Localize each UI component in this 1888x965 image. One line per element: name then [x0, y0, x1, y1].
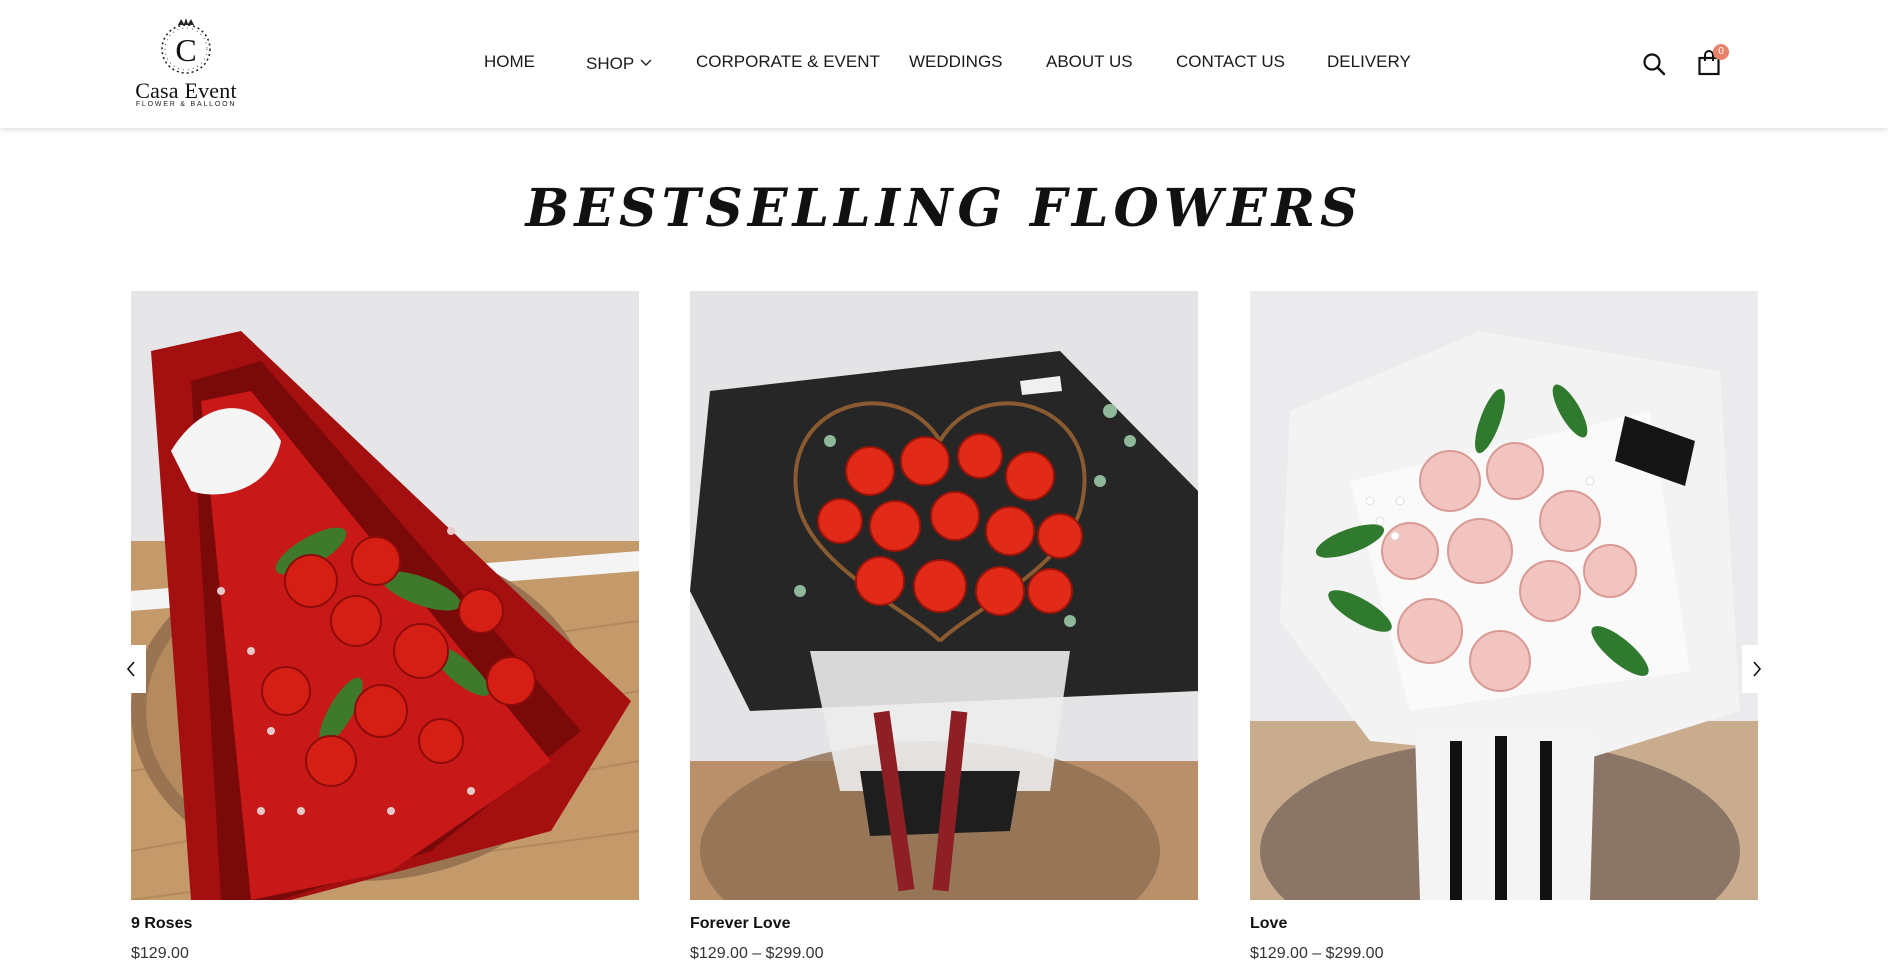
product-name[interactable]: Forever Love — [690, 915, 790, 933]
product-price: $129.00 — [131, 945, 189, 962]
chevron-right-icon — [1753, 661, 1762, 677]
section-title: BESTSELLING FLOWERS — [525, 178, 1363, 239]
red-rose-bouquet-photo[interactable] — [131, 291, 639, 900]
product-card: 9 Roses $129.00 — [131, 291, 639, 962]
search-icon[interactable] — [1642, 52, 1666, 81]
nav-about-us[interactable]: ABOUT US — [1046, 52, 1133, 72]
heart-rose-bouquet-photo[interactable] — [690, 291, 1198, 900]
nav-delivery[interactable]: DELIVERY — [1327, 52, 1411, 72]
product-card: Love $129.00 – $299.00 — [1250, 291, 1758, 962]
brand-tagline: FLOWER & BALLOON — [135, 101, 237, 108]
product-card: Forever Love $129.00 – $299.00 — [690, 291, 1198, 962]
nav-contact-us[interactable]: CONTACT US — [1176, 52, 1285, 72]
nav-weddings[interactable]: WEDDINGS — [909, 52, 1003, 72]
main-nav: HOME SHOP CORPORATE & EVENT WEDDINGS ABO… — [0, 52, 1888, 74]
product-price: $129.00 – $299.00 — [1250, 945, 1384, 962]
carousel-next-button[interactable] — [1742, 645, 1772, 693]
site-header: C Casa Event FLOWER & BALLOON HOME SHOP … — [0, 0, 1888, 128]
nav-corporate-event[interactable]: CORPORATE & EVENT — [696, 52, 880, 72]
chevron-left-icon — [126, 661, 135, 677]
nav-shop-label: SHOP — [586, 54, 635, 73]
nav-shop[interactable]: SHOP — [586, 52, 652, 74]
chevron-down-icon — [640, 52, 652, 72]
product-price: $129.00 – $299.00 — [690, 945, 824, 962]
product-name[interactable]: Love — [1250, 915, 1287, 933]
cart-count-badge: 0 — [1713, 44, 1729, 60]
pink-rose-bouquet-photo[interactable] — [1250, 291, 1758, 900]
nav-home[interactable]: HOME — [484, 52, 535, 72]
carousel-prev-button[interactable] — [116, 645, 146, 693]
product-name[interactable]: 9 Roses — [131, 915, 192, 933]
